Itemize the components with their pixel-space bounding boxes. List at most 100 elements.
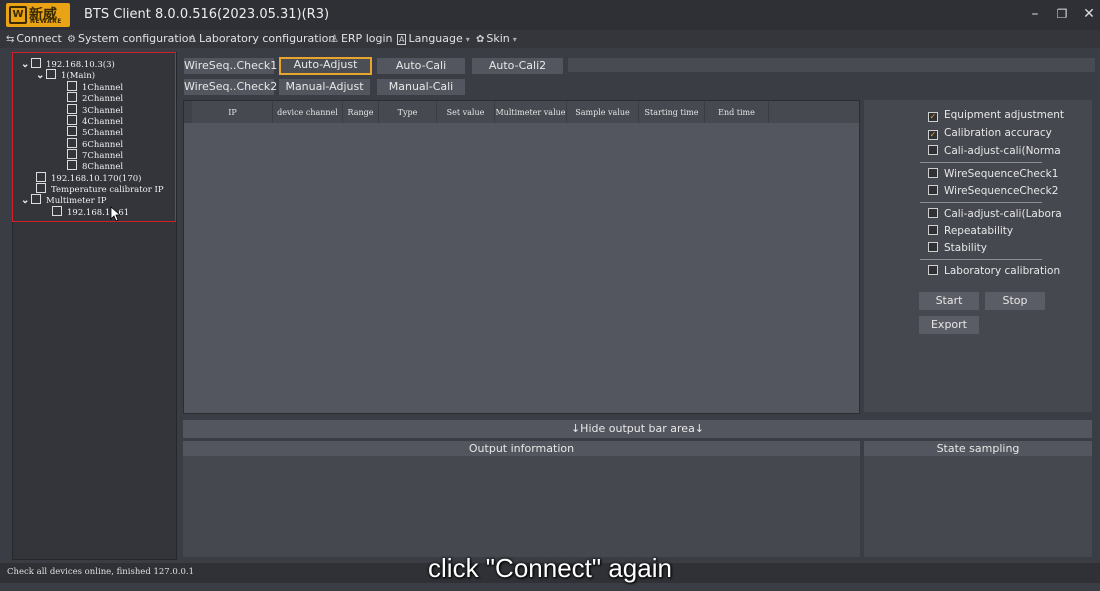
- tree-checkbox[interactable]: [67, 115, 77, 125]
- chevron-down-icon: ▾: [465, 35, 470, 44]
- column-header-end-time[interactable]: End time: [705, 101, 769, 123]
- tab-auto-cali2[interactable]: Auto-Cali2: [472, 58, 563, 74]
- chevron-down-icon[interactable]: ⌄: [21, 195, 31, 206]
- menu-label: Laboratory configuration: [198, 32, 336, 45]
- chevron-down-icon[interactable]: ⌄: [36, 70, 46, 81]
- stop-button[interactable]: Stop: [985, 292, 1045, 310]
- gear-icon: ⚙: [67, 34, 76, 45]
- menu-laboratory-configuration[interactable]: ♙ Laboratory configuration: [188, 32, 335, 45]
- option-cali-adjust-cali-normal[interactable]: Cali-adjust-cali(Norma: [928, 145, 1061, 157]
- tree-node-label: Multimeter IP: [46, 196, 107, 206]
- tree-node-channel[interactable]: 8Channel: [67, 160, 123, 172]
- minimize-button[interactable]: –: [1024, 4, 1046, 24]
- column-header-type[interactable]: Type: [379, 101, 437, 123]
- state-sampling-panel[interactable]: [864, 456, 1092, 557]
- start-button[interactable]: Start: [919, 292, 979, 310]
- tree-node-device-192-168-10-170[interactable]: 192.168.10.170(170): [36, 172, 141, 184]
- tree-node-channel[interactable]: 3Channel: [67, 104, 123, 116]
- tab-wireseq-check2[interactable]: WireSeq..Check2: [184, 79, 277, 95]
- close-button[interactable]: ✕: [1078, 4, 1100, 24]
- tree-node-temperature-calibrator[interactable]: Temperature calibrator IP: [36, 183, 164, 195]
- checkbox[interactable]: [928, 265, 938, 275]
- menu-erp-login[interactable]: ♙ ERP login: [330, 32, 393, 45]
- tab-manual-adjust[interactable]: Manual-Adjust: [279, 79, 370, 95]
- menu-connect[interactable]: ⇆ Connect: [6, 32, 62, 45]
- restore-button[interactable]: ❐: [1051, 4, 1073, 24]
- tab-wireseq-check1[interactable]: WireSeq..Check1: [184, 58, 277, 74]
- tab-auto-adjust[interactable]: Auto-Adjust: [279, 57, 372, 75]
- tree-checkbox[interactable]: [36, 183, 46, 193]
- tree-checkbox[interactable]: [67, 104, 77, 114]
- checkbox[interactable]: [928, 208, 938, 218]
- tree-node-channel[interactable]: 2Channel: [67, 92, 124, 104]
- menu-label: ERP login: [340, 32, 393, 45]
- menu-label: Connect: [16, 32, 62, 45]
- option-wiresequencecheck2[interactable]: WireSequenceCheck2: [928, 185, 1058, 197]
- tree-checkbox[interactable]: [52, 206, 62, 216]
- tree-checkbox[interactable]: [67, 81, 77, 91]
- tab-auto-cali[interactable]: Auto-Cali: [377, 58, 465, 74]
- option-label: Cali-adjust-cali(Norma: [944, 145, 1061, 157]
- column-header-ip[interactable]: IP: [193, 101, 273, 123]
- option-stability[interactable]: Stability: [928, 242, 987, 254]
- menu-system-configuration[interactable]: ⚙ System configuration: [67, 32, 195, 45]
- state-sampling-header: State sampling: [864, 441, 1092, 456]
- menu-skin[interactable]: ✿ Skin ▾: [476, 32, 517, 45]
- chevron-down-icon: ▾: [512, 35, 517, 44]
- checkbox[interactable]: [928, 242, 938, 252]
- export-button[interactable]: Export: [919, 316, 979, 334]
- divider: [920, 202, 1042, 203]
- tab-manual-cali[interactable]: Manual-Cali: [377, 79, 465, 95]
- tree-node-label: 5Channel: [82, 128, 124, 138]
- option-wiresequencecheck1[interactable]: WireSequenceCheck1: [928, 168, 1058, 180]
- tree-node-main[interactable]: ⌄ 1(Main): [36, 69, 95, 81]
- checkbox[interactable]: [928, 185, 938, 195]
- column-header-range[interactable]: Range: [343, 101, 379, 123]
- video-caption: click "Connect" again: [428, 553, 672, 583]
- checkbox-checked-icon[interactable]: ✓: [928, 130, 938, 140]
- column-header-starting-time[interactable]: Starting time: [639, 101, 705, 123]
- option-label: Calibration accuracy: [944, 127, 1052, 139]
- chevron-down-icon[interactable]: ⌄: [21, 59, 31, 70]
- divider: [920, 162, 1042, 163]
- menu-language[interactable]: A Language ▾: [397, 32, 470, 45]
- option-equipment-adjustment[interactable]: ✓ Equipment adjustment: [928, 109, 1064, 122]
- tree-checkbox[interactable]: [31, 58, 41, 68]
- language-icon: A: [397, 34, 407, 45]
- tree-checkbox[interactable]: [67, 92, 77, 102]
- option-repeatability[interactable]: Repeatability: [928, 225, 1013, 237]
- tree-node-channel[interactable]: 6Channel: [67, 138, 123, 150]
- window-title: BTS Client 8.0.0.516(2023.05.31)(R3): [84, 7, 330, 22]
- tree-node-channel[interactable]: 4Channel: [67, 115, 123, 127]
- column-header-device-channel[interactable]: device channel: [273, 101, 343, 123]
- tree-checkbox[interactable]: [67, 160, 77, 170]
- checkbox[interactable]: [928, 168, 938, 178]
- output-information-panel[interactable]: [183, 456, 860, 557]
- option-calibration-accuracy[interactable]: ✓ Calibration accuracy: [928, 127, 1052, 140]
- tree-checkbox[interactable]: [36, 172, 46, 182]
- hide-output-bar-button[interactable]: ↓Hide output bar area↓: [183, 420, 1092, 438]
- tree-node-multimeter[interactable]: ⌄ Multimeter IP: [21, 194, 107, 206]
- tree-checkbox[interactable]: [46, 69, 56, 79]
- output-information-header: Output information: [183, 441, 860, 456]
- tree-checkbox[interactable]: [67, 138, 77, 148]
- option-laboratory-calibration[interactable]: Laboratory calibration: [928, 265, 1060, 277]
- user-icon: ♙: [330, 34, 339, 45]
- tree-node-channel[interactable]: 1Channel: [67, 81, 123, 93]
- checkbox[interactable]: [928, 145, 938, 155]
- tree-node-device-192-168-10-3[interactable]: ⌄ 192.168.10.3(3): [21, 58, 115, 70]
- column-header-set-value[interactable]: Set value: [437, 101, 495, 123]
- tree-node-label: 2Channel: [82, 94, 124, 104]
- column-header-multimeter-value[interactable]: Multimeter value: [495, 101, 567, 123]
- logo-mark-icon: W: [9, 6, 27, 24]
- tree-checkbox[interactable]: [67, 149, 77, 159]
- column-header-sample-value[interactable]: Sample value: [567, 101, 639, 123]
- tree-checkbox[interactable]: [67, 126, 77, 136]
- checkbox-checked-icon[interactable]: ✓: [928, 112, 938, 122]
- option-cali-adjust-cali-laboratory[interactable]: Cali-adjust-cali(Labora: [928, 208, 1062, 220]
- checkbox[interactable]: [928, 225, 938, 235]
- tree-node-channel[interactable]: 7Channel: [67, 149, 123, 161]
- tree-node-channel[interactable]: 5Channel: [67, 126, 124, 138]
- results-table[interactable]: [183, 100, 860, 414]
- tree-checkbox[interactable]: [31, 194, 41, 204]
